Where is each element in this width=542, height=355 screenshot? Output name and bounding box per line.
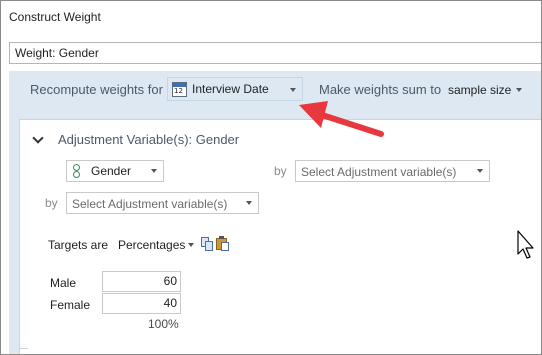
adjustment-title: Adjustment Variable(s): Gender [58,132,240,147]
chevron-down-icon [477,169,483,173]
adjustment-variable-value: Gender [91,164,132,178]
recompute-value: Interview Date [192,82,269,96]
collapse-chevron-icon[interactable] [32,132,44,144]
recompute-dropdown[interactable]: 12 Interview Date [167,77,303,101]
adjustment-variable-select-2[interactable]: Select Adjustment variable(s) [66,192,259,214]
target-row-input[interactable]: 60 [102,271,181,292]
target-row-label: Male [50,276,77,290]
title-bar: Construct Weight [1,1,541,35]
targets-total: 100% [148,317,179,331]
targets-label: Targets are [48,238,109,252]
adjustment-section: Adjustment Variable(s): Gender Gender by… [19,119,541,354]
chevron-down-icon [151,169,157,173]
target-row-input[interactable]: 40 [102,293,181,314]
adjustment-variable-dropdown[interactable]: Gender [66,160,164,182]
chevron-down-icon [246,201,252,205]
by-label: by [274,164,287,178]
mouse-cursor-icon [517,230,534,259]
chevron-down-icon[interactable] [188,243,194,247]
recompute-label: Recompute weights for [30,82,163,97]
weights-panel: Recompute weights for 12 Interview Date … [9,71,541,354]
paste-icon[interactable] [216,236,230,251]
copy-icon[interactable] [201,237,213,251]
sum-dropdown[interactable]: sample size [448,83,511,97]
recompute-row: Recompute weights for 12 Interview Date … [9,71,541,107]
chevron-down-icon [290,88,296,92]
weight-name-field[interactable]: Weight: Gender [9,42,541,64]
adjustment-variable-select-1[interactable]: Select Adjustment variable(s) [295,160,490,182]
targets-mode-dropdown[interactable]: Percentages [118,238,185,252]
categorical-variable-icon [73,164,81,178]
adjustment-placeholder: Select Adjustment variable(s) [72,197,228,211]
chevron-down-icon[interactable] [516,88,522,92]
construct-weight-window: Construct Weight Weight: Gender Recomput… [0,0,542,355]
sum-label: Make weights sum to [319,82,442,97]
adjustment-placeholder: Select Adjustment variable(s) [301,165,457,179]
window-title: Construct Weight [9,10,101,24]
by-label: by [45,196,58,210]
calendar-icon-number: 12 [174,87,183,95]
target-row-label: Female [50,298,91,312]
calendar-icon: 12 [172,82,187,97]
